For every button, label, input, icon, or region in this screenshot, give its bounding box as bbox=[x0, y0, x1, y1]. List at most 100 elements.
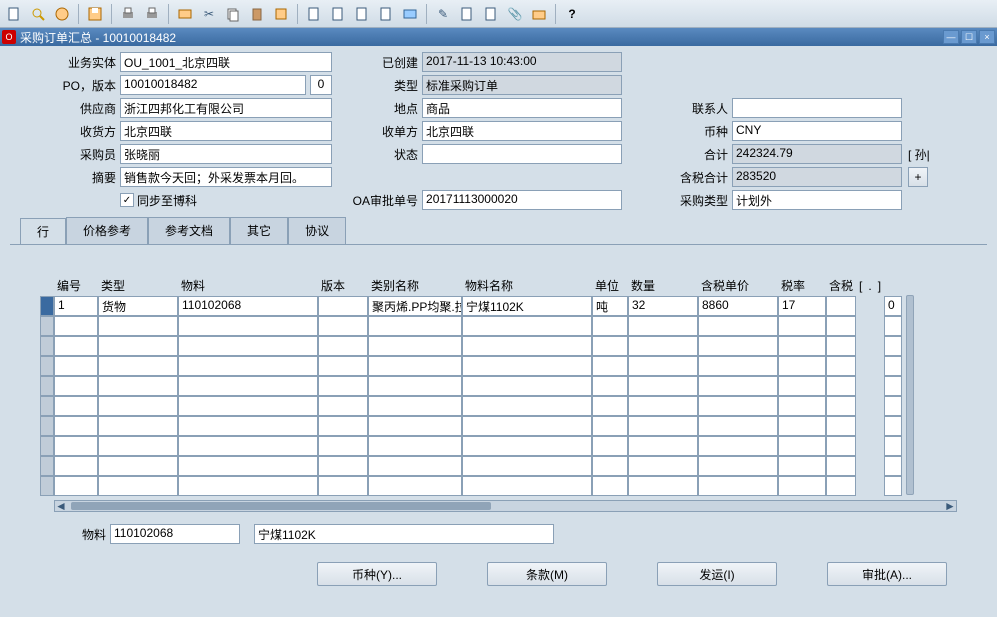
row-handle[interactable] bbox=[40, 316, 54, 336]
shipment-button[interactable]: 发运(I) bbox=[657, 562, 777, 586]
supplier-field[interactable]: 浙江四邦化工有限公司 bbox=[120, 98, 332, 118]
cell-uom[interactable] bbox=[592, 416, 628, 436]
cell-uom[interactable] bbox=[592, 456, 628, 476]
cell-price[interactable] bbox=[698, 396, 778, 416]
toolbar-doc3-icon[interactable] bbox=[328, 4, 348, 24]
cell-qty[interactable] bbox=[628, 476, 698, 496]
toolbar-pencil-icon[interactable]: ✎ bbox=[433, 4, 453, 24]
cell-qty[interactable] bbox=[628, 316, 698, 336]
terms-button[interactable]: 条款(M) bbox=[487, 562, 607, 586]
summary-field[interactable]: 销售款今天回；外采发票本月回。 bbox=[120, 167, 332, 187]
cell-uom[interactable] bbox=[592, 476, 628, 496]
site-field[interactable]: 商品 bbox=[422, 98, 622, 118]
cell-tax[interactable] bbox=[778, 476, 826, 496]
cell-desc[interactable] bbox=[462, 416, 592, 436]
purchase-type-field[interactable]: 计划外 bbox=[732, 190, 902, 210]
cell-num[interactable] bbox=[54, 336, 98, 356]
cell-desc[interactable] bbox=[462, 336, 592, 356]
cell-cat[interactable] bbox=[368, 456, 462, 476]
cell-qty[interactable] bbox=[628, 356, 698, 376]
cell-item[interactable] bbox=[178, 456, 318, 476]
tab-other[interactable]: 其它 bbox=[230, 217, 288, 244]
cell-type[interactable] bbox=[98, 316, 178, 336]
row-handle[interactable] bbox=[40, 356, 54, 376]
tab-price-ref[interactable]: 价格参考 bbox=[66, 217, 148, 244]
cell-cat[interactable] bbox=[368, 476, 462, 496]
close-button[interactable]: × bbox=[979, 30, 995, 44]
cell-amt[interactable] bbox=[826, 376, 856, 396]
cell-type[interactable] bbox=[98, 336, 178, 356]
cell-uom[interactable] bbox=[592, 376, 628, 396]
cell-price[interactable] bbox=[698, 376, 778, 396]
cell-tax[interactable] bbox=[778, 436, 826, 456]
cell-tax[interactable] bbox=[778, 316, 826, 336]
cell-qty[interactable]: 32 bbox=[628, 296, 698, 316]
cell-type[interactable] bbox=[98, 456, 178, 476]
cell-item[interactable] bbox=[178, 356, 318, 376]
cell-cat[interactable] bbox=[368, 316, 462, 336]
cell-cat[interactable] bbox=[368, 436, 462, 456]
currency-field[interactable]: CNY bbox=[732, 121, 902, 141]
cell-tax[interactable] bbox=[778, 456, 826, 476]
cell-amt[interactable] bbox=[826, 316, 856, 336]
toolbar-doc2-icon[interactable] bbox=[304, 4, 324, 24]
cell-desc[interactable] bbox=[462, 436, 592, 456]
approve-button[interactable]: 审批(A)... bbox=[827, 562, 947, 586]
cell-uom[interactable] bbox=[592, 356, 628, 376]
cell-rev[interactable] bbox=[318, 376, 368, 396]
cell-uom[interactable] bbox=[592, 336, 628, 356]
cell-amt[interactable] bbox=[826, 356, 856, 376]
toolbar-attach-icon[interactable]: 📎 bbox=[505, 4, 525, 24]
toolbar-clip-icon[interactable] bbox=[457, 4, 477, 24]
cell-qty[interactable] bbox=[628, 336, 698, 356]
cell-type[interactable] bbox=[98, 396, 178, 416]
cell-qty[interactable] bbox=[628, 456, 698, 476]
cell-num[interactable] bbox=[54, 476, 98, 496]
cell-price[interactable]: 8860 bbox=[698, 296, 778, 316]
cell-amt[interactable] bbox=[826, 476, 856, 496]
toolbar-save-icon[interactable] bbox=[85, 4, 105, 24]
cell-price[interactable] bbox=[698, 356, 778, 376]
toolbar-undo-icon[interactable] bbox=[271, 4, 291, 24]
cell-tax[interactable] bbox=[778, 416, 826, 436]
cell-item[interactable] bbox=[178, 396, 318, 416]
cell-rev[interactable] bbox=[318, 336, 368, 356]
scroll-right-arrow[interactable]: ► bbox=[944, 501, 956, 511]
cell-flex[interactable] bbox=[884, 316, 902, 336]
cell-flex[interactable] bbox=[884, 436, 902, 456]
cell-rev[interactable] bbox=[318, 456, 368, 476]
cell-cat[interactable] bbox=[368, 336, 462, 356]
cell-desc[interactable] bbox=[462, 396, 592, 416]
cell-tax[interactable]: 17 bbox=[778, 296, 826, 316]
cell-type[interactable] bbox=[98, 376, 178, 396]
cell-rev[interactable] bbox=[318, 316, 368, 336]
po-rev-field[interactable]: 0 bbox=[310, 75, 332, 95]
cell-qty[interactable] bbox=[628, 396, 698, 416]
status-field[interactable] bbox=[422, 144, 622, 164]
toolbar-folder-icon[interactable] bbox=[529, 4, 549, 24]
toolbar-copy-icon[interactable] bbox=[223, 4, 243, 24]
cell-amt[interactable] bbox=[826, 296, 856, 316]
row-handle[interactable] bbox=[40, 296, 54, 316]
maximize-button[interactable]: ☐ bbox=[961, 30, 977, 44]
cell-tax[interactable] bbox=[778, 336, 826, 356]
minimize-button[interactable]: — bbox=[943, 30, 959, 44]
tab-agreement[interactable]: 协议 bbox=[288, 217, 346, 244]
scroll-left-arrow[interactable]: ◄ bbox=[55, 501, 67, 511]
cell-qty[interactable] bbox=[628, 436, 698, 456]
cell-flex[interactable] bbox=[884, 476, 902, 496]
toolbar-paste-icon[interactable] bbox=[247, 4, 267, 24]
row-handle[interactable] bbox=[40, 336, 54, 356]
cell-desc[interactable] bbox=[462, 356, 592, 376]
toolbar-doc5-icon[interactable] bbox=[376, 4, 396, 24]
cell-flex[interactable] bbox=[884, 356, 902, 376]
cell-cat[interactable] bbox=[368, 416, 462, 436]
cell-type[interactable] bbox=[98, 436, 178, 456]
cell-uom[interactable]: 吨 bbox=[592, 296, 628, 316]
cell-item[interactable]: 110102068 bbox=[178, 296, 318, 316]
cell-rev[interactable] bbox=[318, 296, 368, 316]
item-desc-field[interactable]: 宁煤1102K bbox=[254, 524, 554, 544]
cell-type[interactable] bbox=[98, 476, 178, 496]
cell-cat[interactable] bbox=[368, 356, 462, 376]
cell-amt[interactable] bbox=[826, 396, 856, 416]
